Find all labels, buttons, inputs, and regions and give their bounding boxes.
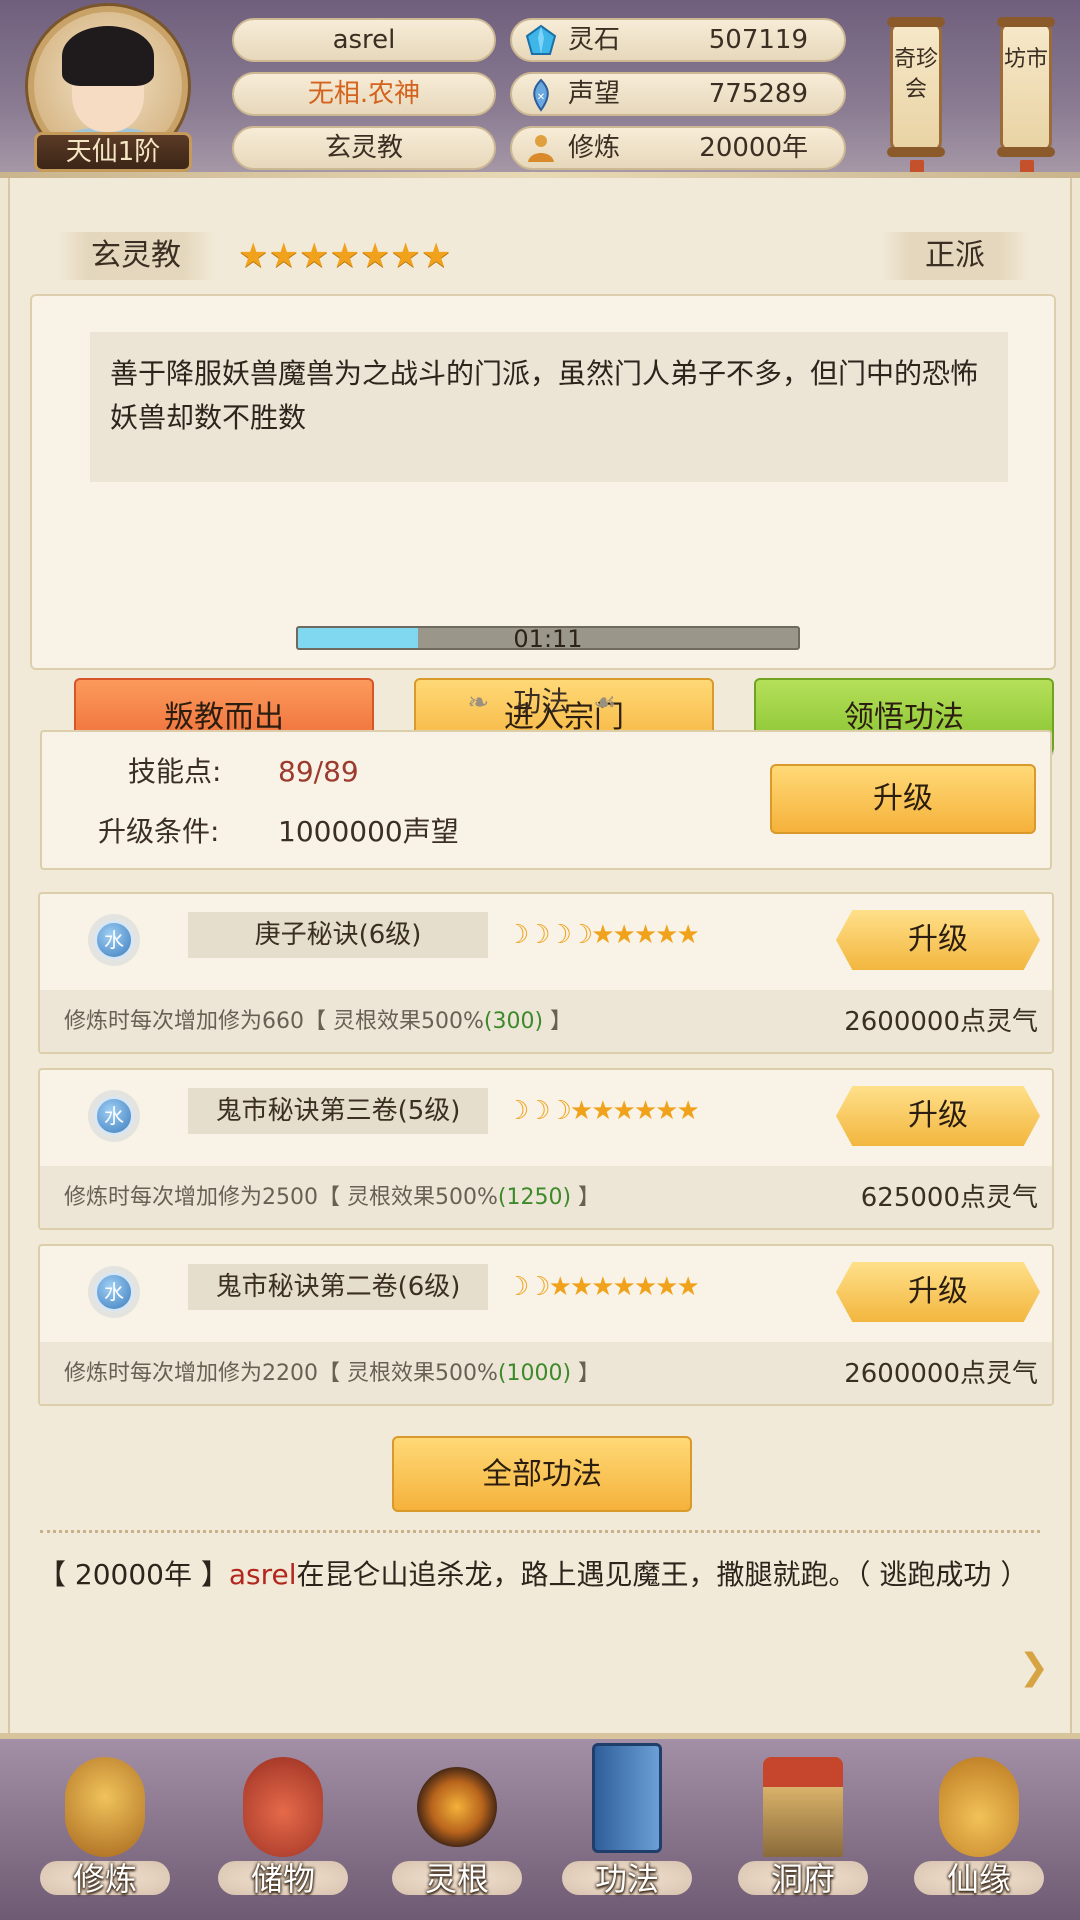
water-element-icon: 水 — [94, 920, 134, 960]
sect-description-card: 善于降服妖兽魔兽为之战斗的门派，虽然门人弟子不多，但门中的恐怖妖兽却数不胜数 0… — [30, 294, 1056, 754]
technique-cost: 2600000点灵气 — [844, 1007, 1038, 1037]
sect-description: 善于降服妖兽魔兽为之战斗的门派，虽然门人弟子不多，但门中的恐怖妖兽却数不胜数 — [90, 332, 1008, 482]
ornamental-divider — [40, 1530, 1040, 1540]
effect-suffix: 】 — [571, 1185, 601, 1210]
spirit-root-icon — [417, 1767, 497, 1847]
section-title: ❧ 功法 ☙ — [10, 674, 1074, 730]
sect-header: 玄灵教 ★★★★★★★ 正派 — [10, 178, 1074, 280]
log-text: 在昆仑山追杀龙，路上遇见魔王，撒腿就跑。（ 逃跑成功 ） — [296, 1558, 1029, 1591]
nav-label: 功法 — [594, 1860, 659, 1898]
cultivation-monk-icon — [65, 1757, 145, 1857]
event-log: 【 20000年 】asrel在昆仑山追杀龙，路上遇见魔王，撒腿就跑。（ 逃跑成… — [38, 1548, 1048, 1602]
nav-storage[interactable]: 储物 — [208, 1749, 358, 1919]
sect-star-rating: ★★★★★★★ — [238, 234, 451, 278]
stat-label: 声望 — [568, 79, 621, 109]
nav-cave-mansion[interactable]: 洞府 — [728, 1749, 878, 1919]
effect-text: 修炼时每次增加修为2200【 灵根效果500% — [64, 1361, 498, 1386]
log-year: 【 20000年 】 — [38, 1558, 229, 1591]
stat-label: 灵石 — [568, 25, 621, 55]
player-sect: 玄灵教 — [232, 126, 496, 170]
stat-value: 20000年 — [699, 133, 808, 163]
nav-spirit-root[interactable]: 灵根 — [382, 1749, 532, 1919]
section-title-text: 功法 — [513, 685, 570, 718]
cloud-ornament-icon: ❧ — [467, 688, 490, 718]
effect-bonus: (1000) — [497, 1361, 572, 1386]
player-name: asrel — [232, 18, 496, 62]
upgrade-technique-button[interactable]: 升级 — [836, 910, 1040, 970]
cultivation-icon — [528, 135, 554, 162]
sect-stars: ★★★★★★★ — [238, 236, 452, 276]
svg-text:✕: ✕ — [537, 92, 545, 103]
effect-bonus: (1250) — [497, 1185, 572, 1210]
avatar-hair — [62, 26, 154, 86]
nav-technique[interactable]: 功法 — [552, 1743, 702, 1919]
effect-text: 修炼时每次增加修为660【 灵根效果500% — [64, 1009, 484, 1034]
gourd-icon — [939, 1757, 1019, 1857]
technique-book-icon — [592, 1743, 662, 1853]
stat-cultivation: 修炼 20000年 — [510, 126, 846, 170]
main-panel: 玄灵教 ★★★★★★★ 正派 善于降服妖兽魔兽为之战斗的门派，虽然门人弟子不多，… — [8, 178, 1072, 1733]
technique-name: 鬼市秘诀第二卷(6级) — [188, 1264, 488, 1310]
skill-points-card: 技能点: 89/89 升级条件: 1000000声望 升级 — [40, 730, 1052, 870]
nav-label: 仙缘 — [946, 1860, 1011, 1898]
treasure-fair-button[interactable]: 奇珍会 — [887, 17, 945, 157]
top-header: 天仙1阶 asrel 无相.农神 玄灵教 灵石 507119 ✕ 声望 7752… — [0, 0, 1080, 200]
upgrade-skill-points-button[interactable]: 升级 — [770, 764, 1036, 834]
upgrade-condition-label: 升级条件: — [98, 815, 220, 848]
technique-effect: 修炼时每次增加修为2500【 灵根效果500%(1250) 】 — [64, 1178, 600, 1218]
effect-text: 修炼时每次增加修为2500【 灵根效果500% — [64, 1185, 498, 1210]
nav-cultivation[interactable]: 修炼 — [30, 1749, 180, 1919]
log-player-name: asrel — [228, 1558, 297, 1591]
nav-label: 修炼 — [72, 1860, 137, 1898]
stat-value: 775289 — [708, 79, 808, 109]
stat-prestige: ✕ 声望 775289 — [510, 72, 846, 116]
timer-progress-bar: 01:11 — [296, 626, 800, 650]
effect-suffix: 】 — [571, 1361, 601, 1386]
stat-value: 507119 — [708, 25, 808, 55]
all-techniques-button[interactable]: 全部功法 — [392, 1436, 692, 1512]
sect-alignment: 正派 — [880, 232, 1030, 280]
skill-points-value: 89/89 — [278, 755, 359, 788]
upgrade-technique-button[interactable]: 升级 — [836, 1086, 1040, 1146]
effect-bonus: (300) — [483, 1009, 544, 1034]
spirit-stone-icon — [525, 24, 557, 55]
nav-label: 洞府 — [770, 1860, 835, 1898]
upgrade-technique-button[interactable]: 升级 — [836, 1262, 1040, 1322]
storage-bag-icon — [243, 1757, 323, 1857]
rank-badge: 天仙1阶 — [34, 132, 192, 172]
market-button[interactable]: 坊市 — [997, 17, 1055, 157]
nav-label: 灵根 — [424, 1860, 489, 1898]
cloud-ornament-icon: ☙ — [593, 688, 617, 718]
nav-label: 储物 — [250, 1860, 315, 1898]
technique-name: 庚子秘诀(6级) — [188, 912, 488, 958]
technique-card: 水 鬼市秘诀第三卷(5级) ☽☽☽★★★★★★ 升级 修炼时每次增加修为2500… — [38, 1068, 1054, 1230]
technique-rating: ☽☽☽★★★★★★ — [506, 1096, 700, 1126]
upgrade-condition-value: 1000000声望 — [278, 815, 459, 848]
water-element-icon: 水 — [94, 1272, 134, 1312]
sect-name: 玄灵教 — [56, 232, 216, 280]
technique-effect: 修炼时每次增加修为2200【 灵根效果500%(1000) 】 — [64, 1354, 600, 1394]
technique-rating: ☽☽★★★★★★★ — [506, 1272, 700, 1302]
nav-immortal-fate[interactable]: 仙缘 — [904, 1749, 1054, 1919]
technique-card: 水 鬼市秘诀第二卷(6级) ☽☽★★★★★★★ 升级 修炼时每次增加修为2200… — [38, 1244, 1054, 1406]
water-element-icon: 水 — [94, 1096, 134, 1136]
stat-spirit-stone: 灵石 507119 — [510, 18, 846, 62]
technique-name: 鬼市秘诀第三卷(5级) — [188, 1088, 488, 1134]
skill-points-label: 技能点: — [128, 755, 222, 788]
technique-rating: ☽☽☽☽★★★★★ — [506, 920, 700, 950]
bottom-nav: 修炼 储物 灵根 功法 洞府 仙缘 — [0, 1733, 1080, 1920]
player-title: 无相.农神 — [232, 72, 496, 116]
timer-text: 01:11 — [513, 626, 583, 650]
next-arrow-icon[interactable]: ❯ — [1012, 1646, 1056, 1690]
prestige-icon: ✕ — [533, 78, 549, 112]
stat-label: 修炼 — [568, 133, 621, 163]
effect-suffix: 】 — [543, 1009, 573, 1034]
cave-mansion-icon — [763, 1757, 843, 1857]
technique-card: 水 庚子秘诀(6级) ☽☽☽☽★★★★★ 升级 修炼时每次增加修为660【 灵根… — [38, 892, 1054, 1054]
technique-cost: 2600000点灵气 — [844, 1359, 1038, 1389]
technique-effect: 修炼时每次增加修为660【 灵根效果500%(300) 】 — [64, 1002, 572, 1042]
technique-cost: 625000点灵气 — [860, 1183, 1038, 1213]
